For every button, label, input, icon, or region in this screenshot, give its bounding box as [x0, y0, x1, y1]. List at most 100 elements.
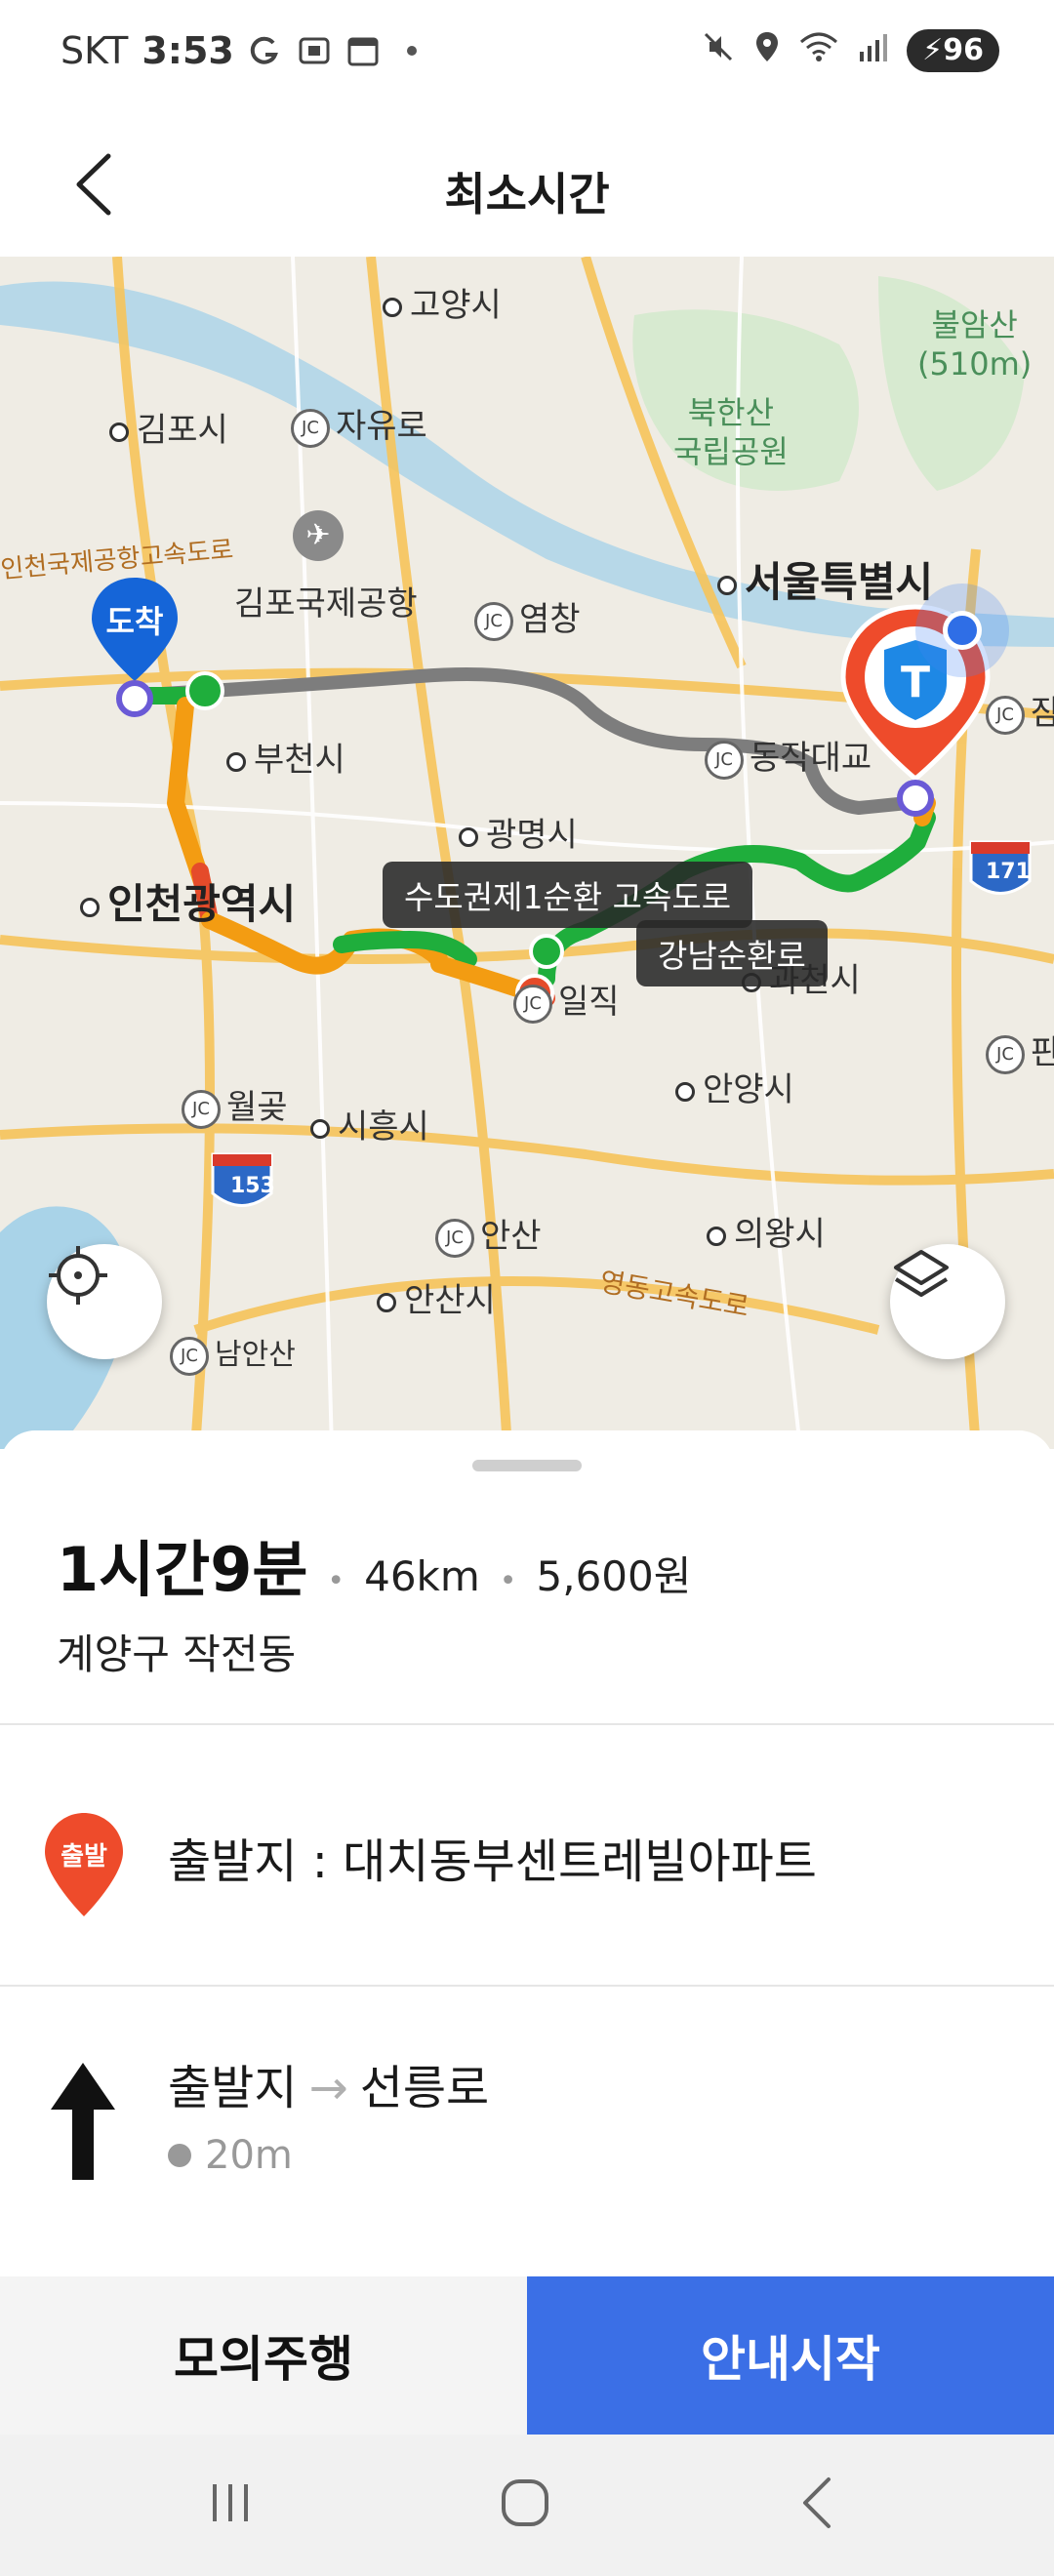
route-step-text: 출발지 → 선릉로 [168, 2049, 489, 2117]
recent-apps-button[interactable] [172, 2464, 289, 2542]
screenshot-icon [297, 33, 332, 68]
map-label-iljik-text: 일직 [558, 983, 620, 1022]
status-left: SKT 3:53 [61, 29, 429, 72]
home-button[interactable] [466, 2464, 584, 2542]
g-icon [248, 33, 283, 68]
page-title: 최소시간 [444, 168, 610, 221]
separator-dot: • [499, 1564, 517, 1598]
map-label-iljik: JC 일직 [513, 975, 620, 1024]
crosshair-icon [49, 1246, 107, 1305]
map-label-yeomchang-text: 염창 [519, 600, 581, 639]
home-icon [502, 2479, 548, 2526]
my-location-button[interactable] [47, 1244, 162, 1359]
map-label-ansan-jc: JC 안산 [435, 1209, 542, 1258]
battery-indicator: ⚡96 [907, 29, 999, 72]
start-badge-label: 출발 [61, 1842, 107, 1872]
jc-icon: JC [474, 601, 513, 641]
step-to: 선릉로 [359, 2061, 490, 2115]
road-chip-gangnam-ring: 강남순환로 [636, 920, 828, 986]
sheet-drag-handle[interactable] [472, 1460, 582, 1471]
map-label-jam: JC 잠 [986, 686, 1054, 735]
recent-apps-icon [213, 2484, 248, 2521]
back-chevron-icon [803, 2477, 831, 2528]
map-label-bulamsan: 불암산 (510m) [917, 306, 1033, 382]
step-distance-row: 20m [168, 2133, 293, 2178]
map-label-incheon: 인천광역시 [80, 871, 296, 931]
map-label-ansan-city: 안산시 [377, 1273, 496, 1321]
signal-icon [856, 30, 889, 72]
step-distance: 20m [205, 2133, 293, 2178]
jc-icon: JC [182, 1089, 221, 1129]
route-destination: 계양구 작전동 [57, 1630, 297, 1678]
map-label-namansan-text: 남안산 [215, 1338, 296, 1372]
start-point-row[interactable]: 출발 출발지 : 대치동부센트레빌아파트 [0, 1725, 1054, 1985]
map-label-bucheon: 부천시 [226, 733, 345, 781]
map-label-gimpo: 김포시 [109, 403, 228, 451]
route-distance: 46km [364, 1552, 480, 1600]
route-summary: 1시간9분 • 46km • 5,600원 [57, 1520, 691, 1608]
arrival-marker-label: 도착 [105, 603, 164, 640]
system-nav-bar [0, 2435, 1054, 2576]
map-label-gwangmyeong: 광명시 [459, 808, 578, 856]
map-label-gimpo-airport-text: 김포국제공항 [234, 584, 418, 624]
bullet-dot-icon [168, 2144, 191, 2167]
start-badge: 출발 [43, 1811, 125, 1922]
route-step-row[interactable]: 출발지 → 선릉로 20m [0, 1987, 1054, 2246]
route-map[interactable]: 고양시 김포시 JC 자유로 북한산 국립공원 불암산 (510m) 인천국제공항… [0, 257, 1054, 1449]
map-label-pan-text: 판 [1031, 1033, 1054, 1072]
status-bar: SKT 3:53 ⚡96 [0, 0, 1054, 112]
map-label-jayuro-text: 자유로 [336, 407, 427, 446]
calendar-icon [345, 33, 381, 68]
route-duration: 1시간9분 [57, 1534, 308, 1605]
map-label-jayuro: JC 자유로 [291, 399, 427, 448]
map-label-jam-text: 잠 [1031, 694, 1054, 733]
step-from: 출발지 [168, 2061, 298, 2115]
map-label-namansan: JC 남안산 [170, 1330, 296, 1376]
layers-icon [894, 1250, 949, 1297]
map-label-gimpo-airport: ✈ 김포국제공항 [234, 510, 476, 624]
map-label-goyang: 고양시 [383, 278, 502, 326]
arrival-pin-icon [92, 578, 178, 717]
battery-level: 96 [943, 33, 984, 67]
jc-icon: JC [170, 1336, 209, 1376]
jc-icon: JC [291, 408, 330, 448]
map-label-seoul: 서울특별시 [717, 549, 933, 609]
jc-icon: JC [705, 740, 744, 780]
map-label-anyang: 안양시 [675, 1063, 794, 1110]
dot-icon [394, 33, 429, 68]
map-label-wolgot-text: 월곶 [226, 1088, 288, 1127]
start-point-label: 출발지 : 대치동부센트레빌아파트 [168, 1834, 817, 1889]
separator-dot: • [327, 1564, 345, 1598]
arrow-right-icon: → [308, 2061, 348, 2115]
route-summary-sheet: 1시간9분 • 46km • 5,600원 계양구 작전동 출발 출발지 : 대… [0, 1430, 1054, 2416]
map-label-wolgot: JC 월곶 [182, 1080, 288, 1129]
map-label-yeomchang: JC 염창 [474, 592, 581, 641]
jc-icon: JC [435, 1218, 474, 1258]
map-label-bukhansan: 북한산 국립공원 [673, 394, 789, 470]
airport-icon: ✈ [293, 510, 344, 561]
route-toll: 5,600원 [536, 1552, 692, 1600]
start-guidance-button[interactable]: 안내시작 [527, 2276, 1054, 2435]
carrier-label: SKT [61, 29, 129, 72]
battery-bolt-icon: ⚡ [922, 33, 944, 67]
route-number-171: 171 [986, 860, 1031, 884]
map-label-pan: JC 판 [986, 1026, 1054, 1074]
status-right: ⚡96 [702, 29, 999, 72]
route-number-153: 153 [230, 1174, 275, 1198]
wifi-icon [799, 30, 838, 72]
location-icon [752, 30, 782, 72]
road-chip-capital-ring: 수도권제1순환 고속도로 [383, 862, 753, 928]
svg-text:T: T [901, 658, 930, 707]
straight-arrow-icon [51, 2063, 115, 2180]
arrival-marker[interactable]: 도착 [86, 574, 183, 720]
map-layers-button[interactable] [890, 1244, 1005, 1359]
clock: 3:53 [142, 29, 234, 72]
jc-icon: JC [513, 984, 552, 1024]
simulate-drive-button[interactable]: 모의주행 [0, 2276, 527, 2435]
app-header: 최소시간 [0, 112, 1054, 257]
system-back-button[interactable] [759, 2464, 876, 2542]
jc-icon: JC [986, 1034, 1025, 1074]
current-location-dot [915, 584, 1009, 677]
mute-icon [702, 30, 735, 72]
map-label-siheung: 시흥시 [310, 1100, 429, 1147]
